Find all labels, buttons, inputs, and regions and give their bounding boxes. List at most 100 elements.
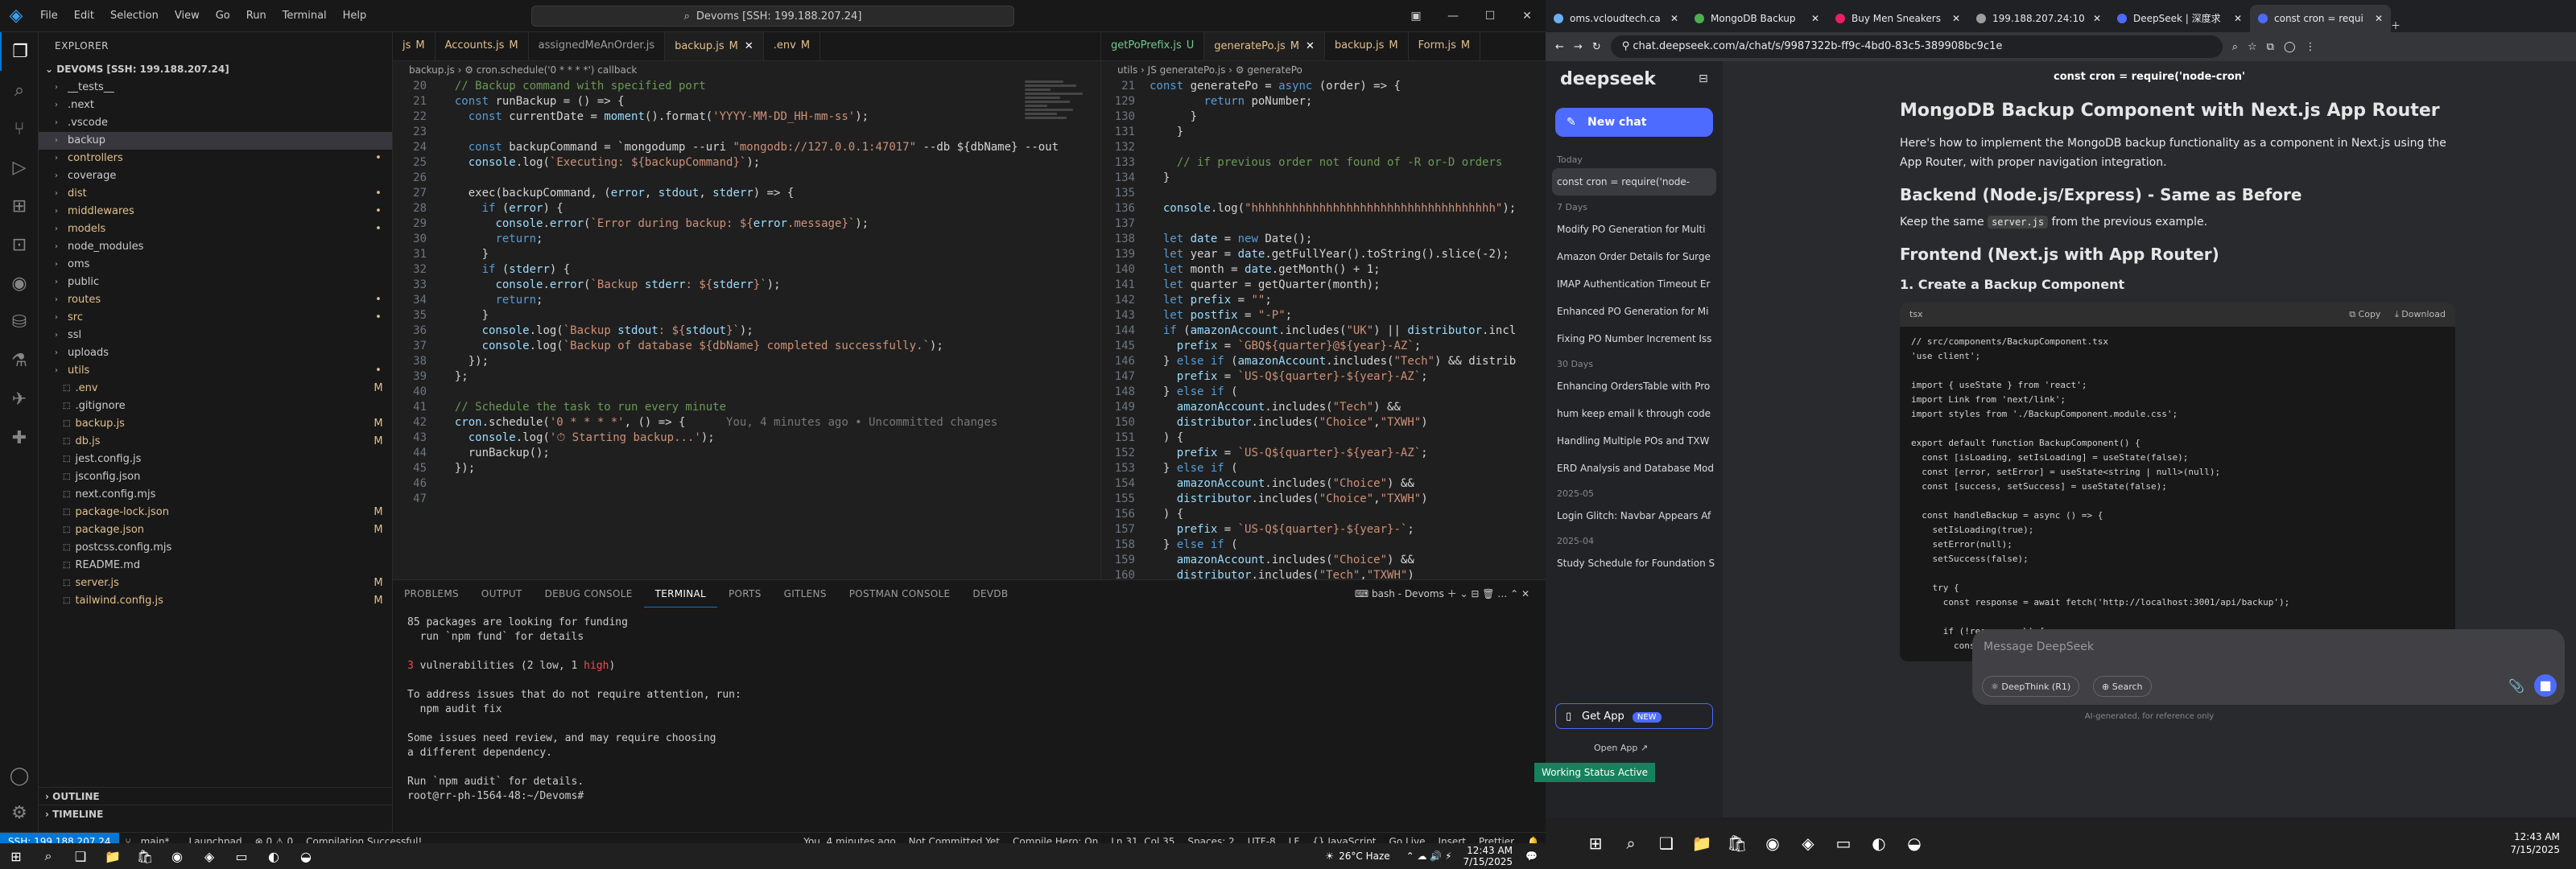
timeline-section[interactable]: › TIMELINE	[39, 805, 393, 822]
puzzle-icon[interactable]: ✚	[0, 418, 39, 457]
tree-item[interactable]: › .vscode	[39, 114, 392, 132]
vscode-icon[interactable]: ◈	[193, 843, 225, 869]
notification-icon[interactable]: 💬	[1525, 850, 1538, 862]
tray-icons[interactable]: ⌃ ☁ 🔊 ⚡	[1406, 850, 1452, 862]
menu-item-help[interactable]: Help	[335, 10, 375, 22]
tree-item[interactable]: › public	[39, 274, 392, 291]
search-icon[interactable]: ⌕	[1613, 826, 1649, 861]
breadcrumb[interactable]: utils › JS generatePo.js › ⚙ generatePo	[1101, 61, 1546, 79]
tree-item[interactable]: ⬚ db.js M	[39, 433, 392, 451]
workspace-root[interactable]: ⌄ DEVOMS [SSH: 199.188.207.24]	[39, 60, 392, 79]
tree-item[interactable]: › oms	[39, 256, 392, 274]
get-app-button[interactable]: ▯ Get App NEW	[1555, 703, 1713, 729]
browser-tab[interactable]: 199.188.207.24:10 ✕	[1968, 5, 2109, 32]
open-app-link[interactable]: Open App ↗	[1594, 743, 1648, 753]
browser-tab[interactable]: Buy Men Sneakers ✕	[1827, 5, 1968, 32]
editor-tab[interactable]: .env M	[763, 32, 821, 60]
tree-item[interactable]: › ssl	[39, 327, 392, 344]
task-view-icon[interactable]: ❑	[1649, 826, 1684, 861]
file-explorer-icon[interactable]: 📁	[1684, 826, 1719, 861]
tree-item[interactable]: ⬚ jest.config.js	[39, 451, 392, 468]
tree-item[interactable]: ⬚ package-lock.json M	[39, 504, 392, 521]
terminal-shell-selector[interactable]: ⌨ bash - Devoms ＋ ⌄ ⊟ 🗑 … ⌃ ✕	[1355, 587, 1530, 600]
reload-icon[interactable]: ↻	[1592, 41, 1601, 53]
collapse-sidebar-icon[interactable]: ⊟	[1699, 72, 1708, 85]
app-icon[interactable]: ◐	[258, 843, 290, 869]
editor-tab[interactable]: generatePo.js M ✕	[1204, 32, 1325, 60]
history-item[interactable]: Login Glitch: Navbar Appears Af	[1546, 502, 1723, 529]
tab-close-icon[interactable]: ✕	[2234, 5, 2242, 32]
clock[interactable]: 12:43 AM 7/15/2025	[1463, 845, 1513, 867]
tree-item[interactable]: › coverage	[39, 167, 392, 185]
new-tab-icon[interactable]: ＋	[2391, 19, 2401, 32]
terminal-output[interactable]: 85 packages are looking for funding run …	[393, 607, 1546, 812]
tree-item[interactable]: ⬚ server.js M	[39, 575, 392, 592]
history-item[interactable]: Enhanced PO Generation for Mi	[1546, 298, 1723, 325]
history-item[interactable]: Handling Multiple POs and TXW	[1546, 427, 1723, 455]
profile-icon[interactable]: ◯	[2284, 41, 2296, 53]
editor-tab[interactable]: backup.js M ✕	[665, 32, 764, 60]
tree-item[interactable]: ⬚ .gitignore	[39, 397, 392, 415]
deepthink-toggle[interactable]: ⚛ DeepThink (R1)	[1982, 676, 2080, 697]
panel-tab-terminal[interactable]: TERMINAL	[643, 580, 718, 607]
breadcrumb[interactable]: backup.js › ⚙ cron.schedule('0 * * * *')…	[393, 61, 1100, 79]
store-icon[interactable]: 🛍	[129, 843, 161, 869]
file-explorer-icon[interactable]: 📁	[97, 843, 129, 869]
message-input-box[interactable]: Message DeepSeek ⚛ DeepThink (R1) ⊕ Sear…	[1972, 629, 2565, 705]
copy-button[interactable]: ⧉ Copy	[2349, 309, 2380, 319]
browser-tab[interactable]: DeepSeek | 深度求 ✕	[2109, 5, 2250, 32]
back-icon[interactable]: ←	[1555, 41, 1564, 53]
deepseek-logo[interactable]: deepseek	[1546, 61, 1723, 98]
tree-item[interactable]: ⬚ backup.js M	[39, 415, 392, 433]
history-item[interactable]: Amazon Order Details for Surge	[1546, 243, 1723, 270]
tree-item[interactable]: › models •	[39, 220, 392, 238]
command-center[interactable]: ⌕ Devoms [SSH: 199.188.207.24]	[531, 6, 1014, 27]
layout-icon[interactable]: ▣	[1397, 10, 1435, 23]
tree-item[interactable]: › .next	[39, 97, 392, 114]
editor-tab[interactable]: assignedMeAnOrder.js	[528, 32, 666, 60]
message-input-placeholder[interactable]: Message DeepSeek	[1984, 640, 2094, 653]
send-button[interactable]: ■	[2534, 674, 2557, 697]
tree-item[interactable]: › node_modules	[39, 238, 392, 256]
vscode-icon[interactable]: ◈	[1790, 826, 1826, 861]
panel-tab-problems[interactable]: PROBLEMS	[393, 588, 470, 599]
panel-tab-debug-console[interactable]: DEBUG CONSOLE	[534, 588, 644, 599]
testing-icon[interactable]: ⚗	[0, 341, 39, 380]
code-area[interactable]: 21 const generatePo = async (order) => {1…	[1101, 79, 1546, 579]
close-button[interactable]: ✕	[1509, 10, 1546, 23]
panel-tab-gitlens[interactable]: GITLENS	[773, 588, 838, 599]
tab-close-icon[interactable]: ✕	[2093, 5, 2101, 32]
history-item[interactable]: Fixing PO Number Increment Iss	[1546, 325, 1723, 352]
store-icon[interactable]: 🛍	[1719, 826, 1755, 861]
tree-item[interactable]: › controllers •	[39, 150, 392, 167]
start-icon[interactable]: ⊞	[1578, 826, 1613, 861]
editor-tab[interactable]: backup.js M	[1324, 32, 1409, 60]
menu-item-run[interactable]: Run	[238, 10, 275, 22]
tab-close-icon[interactable]: ✕	[2375, 5, 2383, 32]
browser-tab[interactable]: MongoDB Backup ✕	[1686, 5, 1827, 32]
zoom-icon[interactable]: ▭	[1826, 826, 1861, 861]
tree-item[interactable]: ⬚ package.json M	[39, 521, 392, 539]
menu-item-selection[interactable]: Selection	[102, 10, 167, 22]
history-item[interactable]: ERD Analysis and Database Mod	[1546, 455, 1723, 482]
code-content[interactable]: // src/components/BackupComponent.tsx 'u…	[1900, 327, 2455, 661]
account-icon[interactable]: ◯	[0, 756, 39, 795]
tree-item[interactable]: › utils •	[39, 362, 392, 380]
explorer-icon[interactable]: ❐	[0, 32, 39, 71]
bookmark-star-icon[interactable]: ☆	[2248, 41, 2257, 53]
run-debug-icon[interactable]: ▷	[0, 148, 39, 187]
maximize-button[interactable]: ☐	[1472, 10, 1509, 23]
menu-item-file[interactable]: File	[32, 10, 66, 22]
tree-item[interactable]: › __tests__	[39, 79, 392, 97]
browser-tab[interactable]: oms.vcloudtech.ca ✕	[1546, 5, 1686, 32]
tab-close-icon[interactable]: ✕	[745, 40, 753, 52]
zoom-icon[interactable]: ▭	[225, 843, 258, 869]
search-toggle[interactable]: ⊕ Search	[2093, 676, 2152, 697]
editor-tab[interactable]: Form.js M	[1408, 32, 1481, 60]
download-button[interactable]: ⤓ Download	[2395, 309, 2446, 319]
chrome-icon[interactable]: ◉	[1755, 826, 1790, 861]
history-item[interactable]: Study Schedule for Foundation S	[1546, 550, 1723, 577]
source-control-icon[interactable]: ⑂	[0, 109, 39, 148]
database-icon[interactable]: ⛁	[0, 303, 39, 341]
add-terminal-icon[interactable]: ＋ ⌄ ⊟ 🗑 … ⌃ ✕	[1447, 588, 1530, 599]
